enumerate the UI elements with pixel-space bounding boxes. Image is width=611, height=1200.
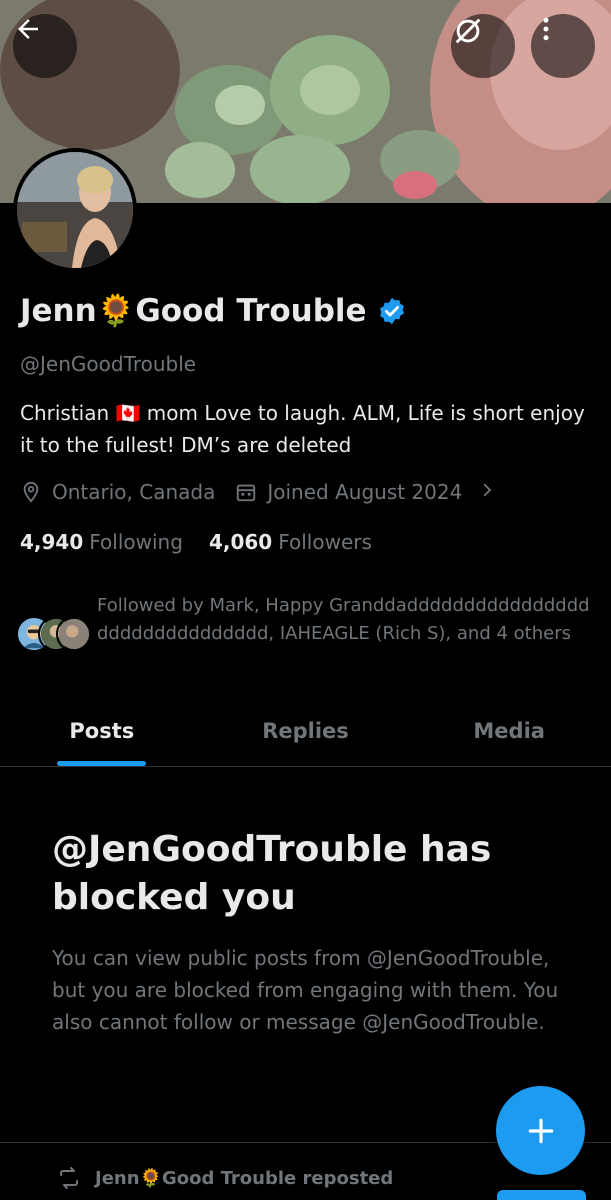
compose-button[interactable]: [496, 1086, 585, 1175]
display-name: Jenn🌻Good Trouble: [20, 293, 367, 329]
tab-posts[interactable]: Posts: [0, 705, 204, 766]
following-label: Following: [89, 530, 183, 554]
followers-count: 4,060: [208, 530, 273, 554]
avatar[interactable]: [13, 148, 137, 272]
tab-media[interactable]: Media: [407, 705, 611, 766]
profile-handle: @JenGoodTrouble: [20, 352, 197, 376]
plus-icon: [528, 1118, 553, 1143]
profile-location: Ontario, Canada: [52, 480, 216, 504]
followers-label: Followers: [278, 530, 372, 554]
following-count: 4,940: [20, 530, 84, 554]
more-options-button[interactable]: [531, 14, 595, 78]
repost-indicator: Jenn🌻Good Trouble reposted: [57, 1166, 393, 1190]
location-pin-icon: [20, 481, 42, 503]
chevron-right-icon[interactable]: [478, 480, 496, 504]
calendar-icon: [235, 481, 257, 503]
blocked-title: @JenGoodTrouble has blocked you: [52, 829, 492, 918]
more-vertical-icon: [543, 17, 549, 41]
mutual-avatars: [16, 616, 96, 654]
arrow-left-icon: [18, 19, 38, 39]
sync-button[interactable]: [451, 14, 515, 78]
verified-badge-icon: [379, 297, 404, 324]
repost-label: Jenn🌻Good Trouble reposted: [95, 1167, 394, 1189]
avatar-image: [17, 152, 133, 268]
followed-by-text: Followed by Mark, Happy Granddaddddddddd…: [97, 595, 590, 644]
blocked-description: You can view public posts from @JenGoodT…: [52, 946, 559, 1034]
active-tab-indicator: [57, 761, 146, 766]
sync-off-icon: [455, 18, 481, 44]
repost-icon: [57, 1166, 81, 1190]
profile-bio: Christian 🇨🇦 mom Love to laugh. ALM, Lif…: [20, 401, 585, 457]
mutual-avatar: [56, 616, 92, 652]
profile-stats: 4,940 Following 4,060 Followers: [20, 530, 398, 554]
back-button[interactable]: [13, 14, 77, 78]
tab-replies[interactable]: Replies: [204, 705, 408, 766]
profile-name: Jenn🌻Good Trouble: [20, 292, 407, 329]
profile-meta: Ontario, Canada Joined August 2024: [20, 480, 496, 504]
partial-button: [497, 1190, 586, 1200]
profile-tabs: Posts Replies Media: [0, 705, 611, 767]
followers-link[interactable]: 4,060 Followers: [209, 530, 372, 554]
profile-joined-date: Joined August 2024: [267, 480, 463, 504]
following-link[interactable]: 4,940 Following: [20, 530, 183, 554]
